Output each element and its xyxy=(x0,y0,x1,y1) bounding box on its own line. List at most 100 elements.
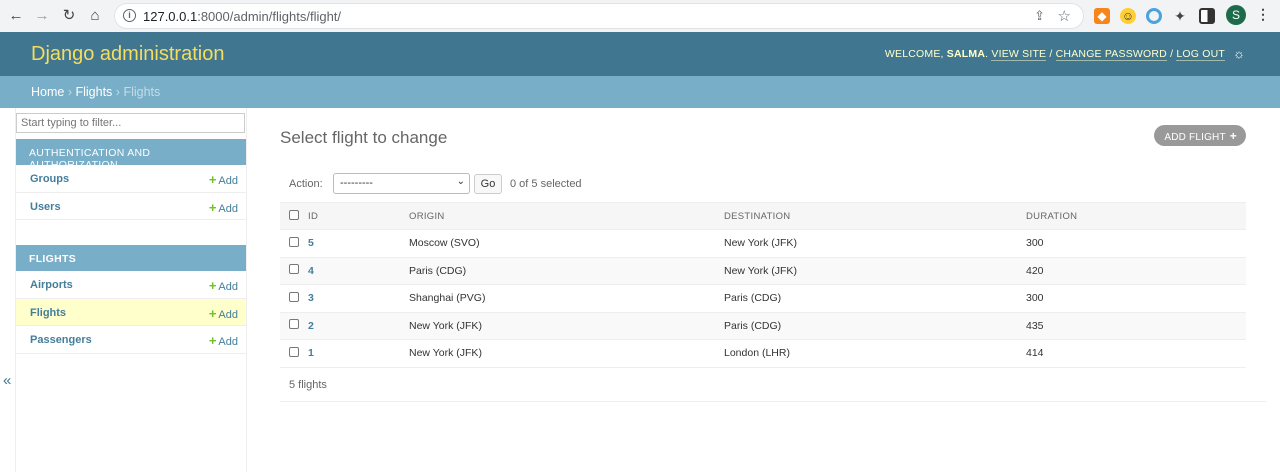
origin-cell: Moscow (SVO) xyxy=(409,229,724,258)
flight-id-link[interactable]: 1 xyxy=(308,347,314,359)
breadcrumb-separator: › xyxy=(67,85,72,99)
emoji-extension-icon[interactable]: ☺ xyxy=(1120,8,1136,24)
user-tools: WELCOME, SALMA. VIEW SITE / CHANGE PASSW… xyxy=(884,48,1225,61)
column-header-origin[interactable]: ORIGIN xyxy=(409,202,724,230)
flight-id-link[interactable]: 4 xyxy=(308,265,314,277)
add-label: Add xyxy=(218,281,238,293)
sidebar-item-label[interactable]: Flights xyxy=(30,307,66,319)
reload-icon[interactable]: ↻ xyxy=(61,8,77,24)
add-icon: + xyxy=(208,333,217,348)
sidebar-item-label[interactable]: Groups xyxy=(30,173,69,185)
sidebar-item-groups: Groups + Add xyxy=(16,165,246,193)
duration-cell: 420 xyxy=(1026,257,1246,285)
side-panel-icon[interactable] xyxy=(1199,8,1215,24)
bookmark-star-icon[interactable]: ☆ xyxy=(1058,7,1071,25)
module-caption[interactable]: FLIGHTS xyxy=(16,245,246,271)
address-bar[interactable]: i 127.0.0.1:8000/admin/flights/flight/ ⇪… xyxy=(114,3,1084,29)
select-all-checkbox[interactable] xyxy=(289,209,299,220)
browser-toolbar: ← → ↻ ⌂ i 127.0.0.1:8000/admin/flights/f… xyxy=(0,0,1280,32)
duration-cell: 300 xyxy=(1026,284,1246,313)
ring-extension-icon[interactable] xyxy=(1146,8,1162,24)
add-users-link[interactable]: + Add xyxy=(209,200,238,215)
browser-menu-icon[interactable]: ⋮ xyxy=(1256,6,1270,23)
column-header-id[interactable]: ID xyxy=(308,202,409,230)
id-cell: 3 xyxy=(308,284,409,313)
add-passengers-link[interactable]: + Add xyxy=(209,333,238,348)
chevron-down-icon: ⌄ xyxy=(456,176,465,187)
row-select-cell xyxy=(280,257,308,285)
site-branding[interactable]: Django administration xyxy=(31,43,224,66)
row-checkbox[interactable] xyxy=(289,236,299,247)
breadcrumb-home[interactable]: Home xyxy=(31,85,64,99)
module-flights: FLIGHTS Airports + Add Flights + Add Passe… xyxy=(16,245,246,354)
back-icon[interactable]: ← xyxy=(8,8,24,24)
theme-toggle-icon[interactable]: ☼ xyxy=(1233,46,1245,61)
selection-counter: 0 of 5 selected xyxy=(510,178,582,190)
share-icon[interactable]: ⇪ xyxy=(1034,8,1045,24)
nav-sidebar: AUTHENTICATION AND AUTHORIZATION Groups … xyxy=(16,108,247,472)
sidebar-item-label[interactable]: Users xyxy=(30,201,61,213)
metamask-extension-icon[interactable]: ◆ xyxy=(1094,8,1110,24)
site-header: Django administration WELCOME, SALMA. VI… xyxy=(0,32,1280,76)
id-cell: 2 xyxy=(308,312,409,340)
flight-id-link[interactable]: 5 xyxy=(308,237,314,249)
duration-cell: 435 xyxy=(1026,312,1246,340)
action-select-value: --------- xyxy=(340,177,373,189)
breadcrumb-app[interactable]: Flights xyxy=(75,85,112,99)
username: SALMA xyxy=(946,48,986,60)
extensions-puzzle-icon[interactable]: ✦ xyxy=(1172,8,1188,24)
go-button[interactable]: Go xyxy=(474,174,502,194)
id-cell: 4 xyxy=(308,257,409,285)
change-password-link[interactable]: CHANGE PASSWORD xyxy=(1055,48,1167,61)
sidebar-item-flights: Flights + Add xyxy=(16,298,246,326)
origin-cell: Shanghai (PVG) xyxy=(409,284,724,313)
flight-id-link[interactable]: 2 xyxy=(308,320,314,332)
action-select[interactable]: --------- ⌄ xyxy=(333,173,470,194)
table-row: 1 New York (JFK) London (LHR) 414 xyxy=(280,339,1246,368)
add-airports-link[interactable]: + Add xyxy=(209,278,238,293)
plus-icon: + xyxy=(1229,129,1237,143)
home-icon[interactable]: ⌂ xyxy=(87,8,103,24)
sidebar-item-label[interactable]: Airports xyxy=(30,279,73,291)
add-groups-link[interactable]: + Add xyxy=(209,172,238,187)
url-text[interactable]: 127.0.0.1:8000/admin/flights/flight/ xyxy=(143,9,341,24)
add-flights-link[interactable]: + Add xyxy=(209,306,238,321)
origin-cell: New York (JFK) xyxy=(409,339,724,368)
add-flight-button[interactable]: ADD FLIGHT + xyxy=(1154,125,1246,146)
action-bar: Action: --------- ⌄ Go 0 of 5 selected xyxy=(280,173,1246,195)
row-checkbox[interactable] xyxy=(289,346,299,357)
nav-filter-input[interactable] xyxy=(16,113,245,133)
url-host: 127.0.0.1 xyxy=(143,9,198,24)
add-label: Add xyxy=(218,336,238,348)
row-checkbox[interactable] xyxy=(289,319,299,330)
result-list: ID ORIGIN DESTINATION DURATION 5 Moscow … xyxy=(280,202,1246,368)
table-row: 4 Paris (CDG) New York (JFK) 420 xyxy=(280,257,1246,285)
profile-avatar[interactable]: S xyxy=(1226,5,1246,25)
module-caption[interactable]: AUTHENTICATION AND AUTHORIZATION xyxy=(16,139,246,171)
sidebar-item-label[interactable]: Passengers xyxy=(30,334,92,346)
id-cell: 5 xyxy=(308,229,409,258)
column-header-duration[interactable]: DURATION xyxy=(1026,202,1246,230)
id-cell: 1 xyxy=(308,339,409,368)
table-row: 3 Shanghai (PVG) Paris (CDG) 300 xyxy=(280,284,1246,313)
add-icon: + xyxy=(208,172,217,187)
row-checkbox[interactable] xyxy=(289,291,299,302)
log-out-link[interactable]: LOG OUT xyxy=(1176,48,1225,61)
column-header-destination[interactable]: DESTINATION xyxy=(724,202,1026,230)
add-flight-label: ADD FLIGHT xyxy=(1164,132,1226,143)
breadcrumb: Home › Flights › Flights xyxy=(0,76,1280,108)
add-label: Add xyxy=(218,308,238,321)
flight-id-link[interactable]: 3 xyxy=(308,292,314,304)
select-all-cell xyxy=(280,202,308,230)
sidebar-toggle[interactable]: « xyxy=(0,108,16,472)
view-site-link[interactable]: VIEW SITE xyxy=(991,48,1047,61)
origin-cell: Paris (CDG) xyxy=(409,257,724,285)
result-count: 5 flights xyxy=(280,366,1266,402)
row-checkbox[interactable] xyxy=(289,264,299,275)
table-row: 2 New York (JFK) Paris (CDG) 435 xyxy=(280,312,1246,340)
forward-icon[interactable]: → xyxy=(34,8,50,24)
action-label: Action: xyxy=(289,178,323,190)
collapse-sidebar-icon[interactable]: « xyxy=(3,372,11,389)
site-info-icon[interactable]: i xyxy=(123,9,136,22)
add-label: Add xyxy=(218,175,238,187)
